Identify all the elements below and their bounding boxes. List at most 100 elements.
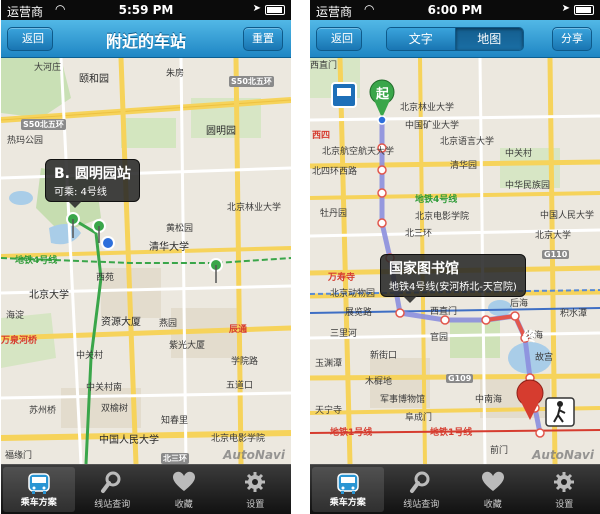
map-view[interactable]: 大河庄 颐和园 朱房 S50北五环 S50北五环 热玛公园 圆明园 北京林业大学… bbox=[1, 58, 291, 464]
map-label: 官园 bbox=[430, 333, 449, 343]
map-label: 海淀 bbox=[6, 311, 25, 321]
map-label: 玉渊潭 bbox=[315, 359, 343, 369]
tab-favorites[interactable]: 收藏 bbox=[148, 465, 220, 514]
magnifier-icon bbox=[410, 471, 430, 493]
map-label: 后海 bbox=[510, 299, 529, 309]
share-button[interactable]: 分享 bbox=[552, 27, 592, 51]
map-label: 热玛公园 bbox=[7, 136, 44, 146]
map-label: 北京大学 bbox=[535, 231, 572, 241]
battery-icon bbox=[574, 5, 594, 15]
map-label: 故宫 bbox=[535, 353, 554, 363]
tab-label: 乘车方案 bbox=[20, 498, 57, 508]
tab-label: 设置 bbox=[555, 500, 574, 510]
battery-icon bbox=[265, 5, 285, 15]
map-label: 中国人民大学 bbox=[99, 435, 159, 446]
metro-line-label: 地铁1号线 bbox=[330, 428, 373, 438]
map-label: 朱房 bbox=[166, 69, 185, 79]
map-road-label: G110 bbox=[542, 250, 570, 259]
map-label: 三里河 bbox=[330, 329, 358, 339]
gear-icon bbox=[245, 472, 266, 492]
tab-favorites[interactable]: 收藏 bbox=[457, 465, 529, 514]
tab-bar: 乘车方案 线站查询 收藏 设置 bbox=[1, 464, 291, 514]
metro-line-label: 地铁1号线 bbox=[430, 428, 473, 438]
map-view[interactable]: 西直门 北京林业大学 中国矿业大学 北京语言大学 西四 北京航空航天大学 清华园… bbox=[310, 58, 600, 464]
nav-bar: 返回 附近的车站 重置 bbox=[1, 20, 291, 58]
tab-line-search[interactable]: 线站查询 bbox=[386, 465, 458, 514]
tab-line-search[interactable]: 线站查询 bbox=[77, 465, 149, 514]
tab-route-plan[interactable]: 乘车方案 bbox=[3, 467, 75, 512]
heart-icon bbox=[172, 471, 195, 491]
map-watermark: AutoNavi bbox=[532, 448, 594, 462]
gear-icon bbox=[554, 472, 575, 492]
map-road-label: 北三环 bbox=[161, 453, 189, 464]
map-label: 中关村 bbox=[76, 351, 104, 361]
map-label: 北四环西路 bbox=[312, 167, 358, 177]
map-label: 北京电影学院 bbox=[415, 212, 470, 222]
map-label: 北京大学 bbox=[29, 290, 69, 301]
map-label: 北京林业大学 bbox=[400, 103, 455, 113]
map-label: 北京动物园 bbox=[330, 289, 376, 299]
tab-bar: 乘车方案 线站查询 收藏 设置 bbox=[310, 464, 600, 514]
map-label: 西直门 bbox=[310, 61, 338, 71]
reset-button[interactable]: 重置 bbox=[243, 27, 283, 51]
station-callout[interactable]: B. 圆明园站 可乘: 4号线 bbox=[45, 159, 140, 208]
view-mode-segmented-control: 文字 地图 bbox=[386, 27, 524, 51]
map-label: 万寿寺 bbox=[328, 273, 356, 283]
map-label: 大河庄 bbox=[34, 63, 62, 73]
status-bar: 运营商 ◠ 5:59 PM ➤ bbox=[1, 0, 291, 20]
map-label: 苏州桥 bbox=[29, 406, 57, 416]
tab-label: 收藏 bbox=[174, 500, 193, 510]
map-label: 西四 bbox=[312, 131, 331, 141]
map-road-label: G109 bbox=[446, 374, 474, 383]
map-label: 北京航空航天大学 bbox=[322, 147, 395, 157]
tab-settings[interactable]: 设置 bbox=[220, 465, 292, 514]
start-pin-label: 起 bbox=[376, 87, 390, 102]
map-label: 万泉河桥 bbox=[1, 336, 38, 346]
segment-map[interactable]: 地图 bbox=[454, 28, 523, 50]
location-arrow-icon: ➤ bbox=[252, 3, 261, 14]
status-bar: 运营商 ◠ 6:00 PM ➤ bbox=[310, 0, 600, 20]
map-label: 资源大厦 bbox=[101, 317, 141, 328]
bus-icon bbox=[337, 473, 359, 494]
map-road-label: S50北五环 bbox=[21, 119, 66, 130]
map-label: 牡丹园 bbox=[320, 209, 348, 219]
map-label: 中国矿业大学 bbox=[405, 121, 460, 131]
map-label: 北三环 bbox=[405, 229, 433, 239]
map-label: 木樨地 bbox=[365, 377, 393, 387]
bus-icon bbox=[28, 473, 50, 494]
map-label: 中国人民大学 bbox=[540, 211, 595, 221]
map-label: 辰通 bbox=[229, 325, 248, 335]
current-location-dot bbox=[101, 236, 115, 250]
end-pin-label: 终 bbox=[523, 330, 537, 345]
segment-text[interactable]: 文字 bbox=[387, 28, 455, 50]
map-label: 中关村 bbox=[505, 149, 533, 159]
clock: 6:00 PM bbox=[427, 3, 483, 17]
map-label: 黄松园 bbox=[166, 224, 194, 234]
clock: 5:59 PM bbox=[118, 3, 174, 17]
map-label: 紫光大厦 bbox=[169, 341, 206, 351]
right-screen: 运营商 ◠ 6:00 PM ➤ 返回 文字 地图 分享 西直门 北京林业大学 中… bbox=[310, 0, 600, 514]
callout-subtitle: 地铁4号线(安河桥北-天宫院) bbox=[389, 282, 517, 293]
map-label: 西苑 bbox=[96, 273, 115, 283]
magnifier-icon bbox=[101, 471, 121, 493]
location-arrow-icon: ➤ bbox=[561, 3, 570, 14]
tab-settings[interactable]: 设置 bbox=[529, 465, 600, 514]
map-label: 中关村南 bbox=[86, 383, 123, 393]
map-label: 阜成门 bbox=[405, 413, 433, 423]
tab-label: 线站查询 bbox=[403, 500, 440, 510]
map-label: 颐和园 bbox=[79, 74, 109, 85]
tab-route-plan[interactable]: 乘车方案 bbox=[312, 467, 384, 512]
back-button[interactable]: 返回 bbox=[316, 27, 362, 51]
map-label: 天宁寺 bbox=[315, 406, 343, 416]
map-label: 展览路 bbox=[345, 308, 373, 318]
tab-label: 收藏 bbox=[483, 500, 502, 510]
station-callout[interactable]: 国家图书馆 地铁4号线(安河桥北-天宫院) bbox=[380, 254, 526, 303]
map-label: 清华大学 bbox=[149, 242, 189, 253]
heart-icon bbox=[481, 471, 504, 491]
map-label: 西直门 bbox=[430, 307, 458, 317]
map-label: 前门 bbox=[490, 446, 509, 456]
map-label: 圆明园 bbox=[206, 126, 236, 137]
map-label: 中南海 bbox=[475, 395, 503, 405]
map-label: 积水潭 bbox=[560, 309, 588, 319]
map-label: 清华园 bbox=[450, 161, 478, 171]
